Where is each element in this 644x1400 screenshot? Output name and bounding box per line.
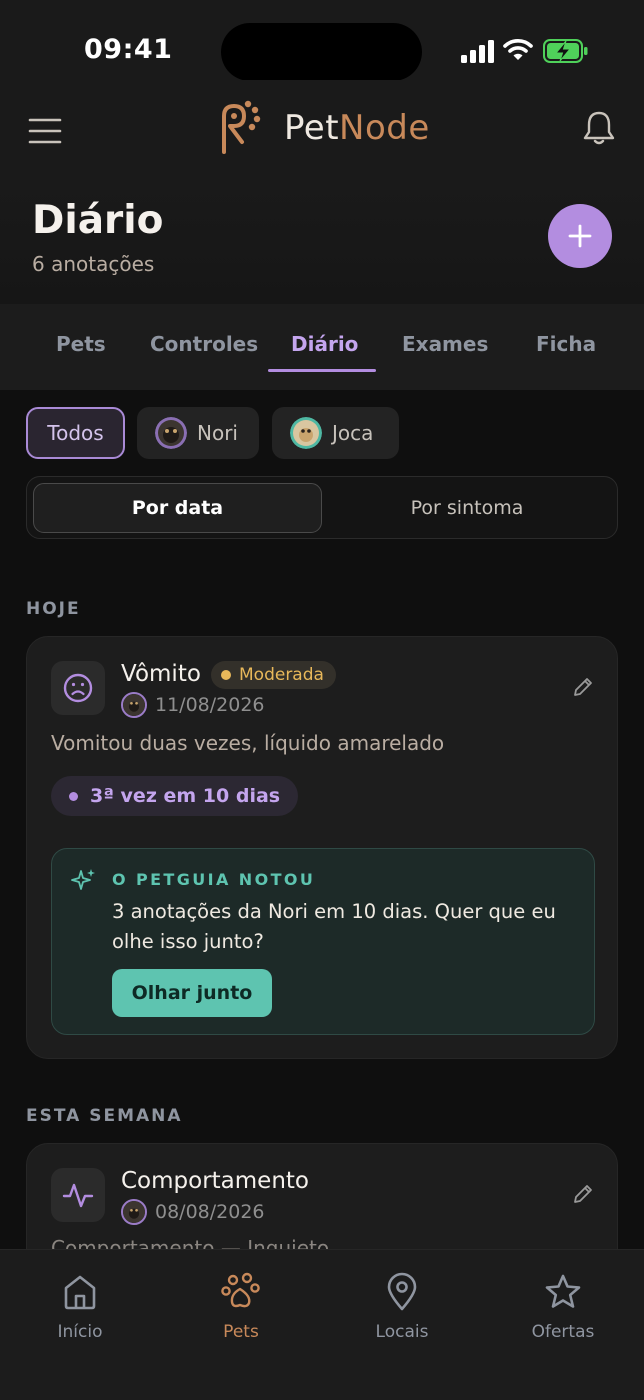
pet-avatar-nori-small (121, 692, 147, 718)
entry-note: Vomitou duas vezes, líquido amarelado (51, 731, 445, 755)
filter-chip-all[interactable]: Todos (26, 407, 125, 459)
status-time: 09:41 (84, 34, 173, 65)
hamburger-menu-icon[interactable] (28, 114, 62, 148)
tab-exames[interactable]: Exames (402, 332, 488, 356)
location-pin-icon (387, 1272, 417, 1311)
ai-insight-panel: O PETGUIA NOTOU 3 anotações da Nori em 1… (51, 848, 595, 1035)
nav-offers[interactable]: Ofertas (508, 1272, 618, 1342)
wifi-icon (503, 39, 533, 60)
tab-pets[interactable]: Pets (56, 332, 106, 356)
diary-entry-card[interactable]: Vômito Moderada 11/08/2026 Vomitou duas … (26, 636, 618, 1059)
top-app-bar: PetNode (0, 80, 644, 180)
entry-meta: 08/08/2026 (121, 1199, 265, 1225)
severity-dot (221, 670, 231, 680)
active-tab-indicator (268, 369, 376, 372)
sparkle-icon (71, 869, 95, 890)
nav-places[interactable]: Locais (347, 1272, 457, 1342)
nav-home[interactable]: Início (25, 1272, 135, 1342)
add-entry-button[interactable] (548, 204, 612, 268)
filter-chip-all-label: Todos (47, 421, 104, 445)
edit-pencil-icon[interactable] (571, 675, 595, 699)
paw-icon (221, 1272, 260, 1308)
app-logo: PetNode (218, 100, 438, 160)
bottom-navigation: Início Pets Locais Ofertas (0, 1249, 644, 1400)
page-title: Diário (32, 198, 164, 243)
filter-chip-nori-label: Nori (197, 421, 238, 445)
star-icon (545, 1274, 581, 1308)
insight-label: O PETGUIA NOTOU (112, 870, 316, 889)
edit-pencil-icon[interactable] (571, 1182, 595, 1206)
nav-offers-label: Ofertas (531, 1322, 595, 1342)
view-toggle: Por data Por sintoma (26, 476, 618, 539)
pet-avatar-joca (290, 417, 322, 449)
app-name: PetNode (284, 108, 430, 148)
filter-chip-joca-label: Joca (332, 421, 374, 445)
plus-icon (568, 224, 592, 248)
view-by-symptom-button[interactable]: Por sintoma (327, 483, 607, 533)
tab-controles[interactable]: Controles (150, 332, 258, 356)
view-by-date-button[interactable]: Por data (33, 483, 322, 533)
activity-icon (62, 1183, 94, 1208)
entry-meta: 11/08/2026 (121, 692, 265, 718)
tab-diario[interactable]: Diário (291, 332, 358, 356)
recurrence-label: 3ª vez em 10 dias (90, 785, 281, 807)
tab-ficha[interactable]: Ficha (536, 332, 596, 356)
severity-badge: Moderada (211, 661, 336, 689)
app-name-part1: Pet (284, 108, 340, 148)
entry-title: Vômito (121, 661, 201, 687)
entry-icon-box (51, 1168, 105, 1222)
entry-date: 11/08/2026 (155, 694, 265, 716)
entry-icon-box (51, 661, 105, 715)
entry-title: Comportamento (121, 1168, 309, 1194)
recurrence-badge: 3ª vez em 10 dias (51, 776, 299, 816)
entry-date: 08/08/2026 (155, 1201, 265, 1223)
entries-count: 6 anotações (32, 252, 155, 276)
look-together-button[interactable]: Olhar junto (112, 969, 272, 1017)
section-tabs: Pets Controles Diário Exames Ficha (0, 304, 644, 390)
nav-places-label: Locais (375, 1322, 429, 1342)
app-name-part2: Node (339, 108, 430, 148)
petnode-logo-icon (222, 100, 261, 154)
nav-home-label: Início (57, 1322, 103, 1342)
sad-face-icon (63, 673, 93, 703)
pet-avatar-nori-small (121, 1199, 147, 1225)
dynamic-island (221, 23, 422, 81)
page-header: Diário 6 anotações (0, 180, 644, 304)
section-label-this-week: ESTA SEMANA (26, 1106, 183, 1126)
recurrence-dot (69, 791, 78, 801)
filter-chip-joca[interactable]: Joca (272, 407, 399, 459)
battery-charging-icon (543, 39, 588, 63)
insight-text: 3 anotações da Nori em 10 dias. Quer que… (112, 900, 556, 953)
filter-chip-nori[interactable]: Nori (137, 407, 259, 459)
section-label-today: HOJE (26, 599, 81, 619)
nav-pets-label: Pets (223, 1322, 259, 1342)
severity-label: Moderada (239, 665, 324, 685)
pet-avatar-nori (155, 417, 187, 449)
home-icon (64, 1275, 96, 1310)
bell-notification-icon[interactable] (582, 110, 616, 146)
cellular-signal-icon (461, 40, 494, 63)
nav-pets[interactable]: Pets (186, 1272, 296, 1342)
